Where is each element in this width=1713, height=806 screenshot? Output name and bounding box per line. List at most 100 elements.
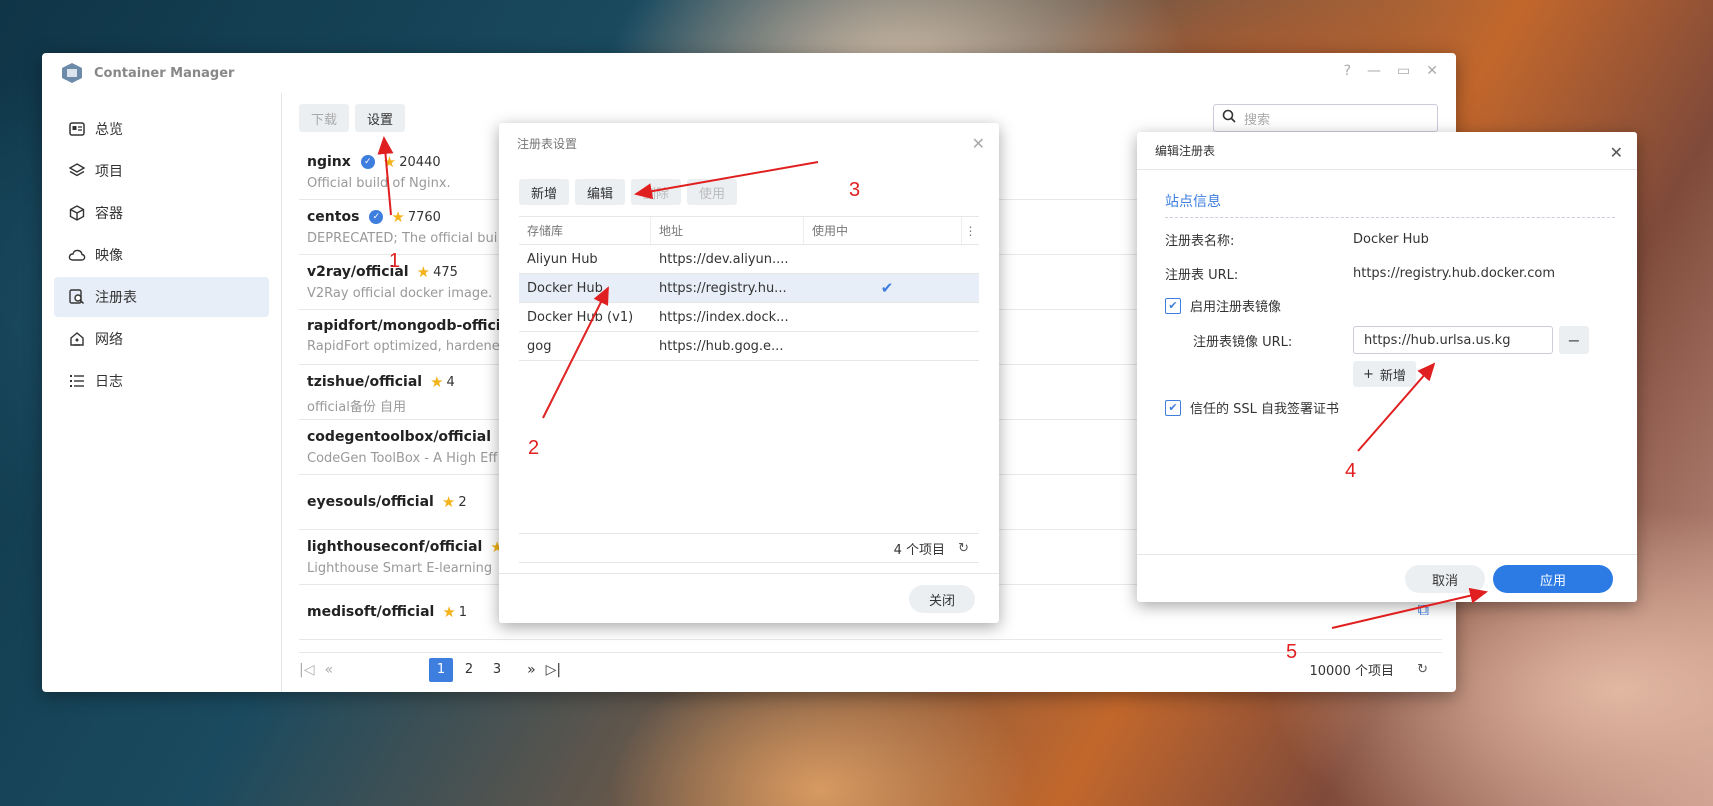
page-1[interactable]: 1 bbox=[429, 657, 454, 682]
registry-name-value: Docker Hub bbox=[1353, 232, 1429, 247]
overview-icon bbox=[68, 120, 86, 138]
star-count: 1 bbox=[458, 604, 468, 620]
mirror-url-input[interactable]: https://hub.urlsa.us.kg bbox=[1353, 326, 1553, 354]
close-button[interactable]: 关闭 bbox=[908, 585, 975, 613]
registry-toolbar: 新增 编辑 删除 使用 bbox=[519, 179, 738, 205]
repo-name: eyesouls/official bbox=[307, 494, 434, 510]
first-page-icon[interactable]: |◁ bbox=[299, 662, 314, 678]
repo-name: nginx bbox=[307, 154, 351, 170]
add-button[interactable]: 新增 bbox=[519, 179, 570, 205]
table-row[interactable]: Docker Hub https://registry.hu... ✔ bbox=[519, 274, 979, 303]
mirror-checkbox[interactable]: ✔ bbox=[1165, 297, 1181, 314]
total-count: 10000 个项目 bbox=[1309, 664, 1395, 679]
app-title: Container Manager bbox=[94, 65, 235, 81]
star-count: 2 bbox=[458, 494, 467, 510]
dialog-footer: 关闭 bbox=[499, 573, 999, 623]
sidebar-item-registry[interactable]: 注册表 bbox=[54, 277, 269, 317]
column-header[interactable]: 使用中 bbox=[804, 217, 962, 244]
window-controls: ? — ▭ ✕ bbox=[1344, 63, 1438, 79]
column-header[interactable]: 地址 bbox=[651, 217, 804, 244]
sidebar-item-label: 网络 bbox=[95, 332, 123, 348]
prev-page-icon[interactable]: « bbox=[324, 662, 333, 678]
verified-icon: ✓ bbox=[360, 155, 375, 169]
table-row[interactable]: Docker Hub (v1) https://index.dock... bbox=[519, 303, 979, 332]
sidebar-item-network[interactable]: 网络 bbox=[54, 319, 269, 359]
star-icon: ★ bbox=[441, 493, 456, 511]
annotation-label: 5 bbox=[1286, 641, 1298, 663]
dialog-footer: 取消 应用 bbox=[1137, 554, 1637, 602]
repo-name: lighthouseconf/official bbox=[307, 539, 483, 555]
star-count: 20440 bbox=[399, 154, 441, 170]
sidebar-item-overview[interactable]: 总览 bbox=[54, 109, 269, 149]
refresh-icon[interactable]: ↻ bbox=[958, 541, 969, 556]
registry-url: https://dev.aliyun.... bbox=[659, 251, 789, 267]
table-row[interactable]: Aliyun Hub https://dev.aliyun.... bbox=[519, 245, 979, 274]
refresh-icon[interactable]: ↻ bbox=[1417, 662, 1428, 677]
layers-icon bbox=[68, 162, 86, 180]
cube-icon bbox=[68, 204, 86, 222]
settings-button[interactable]: 设置 bbox=[355, 104, 406, 132]
registry-url: https://index.dock... bbox=[659, 309, 789, 325]
verified-icon: ✓ bbox=[369, 210, 384, 224]
remove-mirror-button[interactable]: − bbox=[1559, 326, 1589, 354]
maximize-icon[interactable]: ▭ bbox=[1397, 63, 1410, 79]
download-button[interactable]: 下载 bbox=[299, 104, 350, 132]
delete-button[interactable]: 删除 bbox=[631, 179, 682, 205]
sidebar-item-label: 注册表 bbox=[95, 290, 137, 306]
close-icon[interactable]: ✕ bbox=[1610, 143, 1623, 162]
use-button[interactable]: 使用 bbox=[687, 179, 738, 205]
last-page-icon[interactable]: ▷| bbox=[546, 662, 561, 678]
mirror-checkbox-row[interactable]: ✔ 启用注册表镜像 bbox=[1165, 296, 1281, 315]
table-row[interactable]: gog https://hub.gog.e... bbox=[519, 332, 979, 361]
add-mirror-row: + 新增 bbox=[1353, 361, 1416, 387]
star-count: 4 bbox=[446, 374, 455, 390]
star-count: 7760 bbox=[407, 209, 441, 225]
add-label: 新增 bbox=[1379, 368, 1406, 384]
repo-name: rapidfort/mongodb-officia bbox=[307, 318, 511, 334]
container-manager-icon bbox=[62, 63, 82, 83]
title-bar: Container Manager ? — ▭ ✕ bbox=[42, 53, 1456, 93]
sidebar-item-containers[interactable]: 容器 bbox=[54, 193, 269, 233]
cancel-button[interactable]: 取消 bbox=[1405, 565, 1485, 593]
registry-name-row: 注册表名称: Docker Hub bbox=[1165, 230, 1429, 249]
repo-name: tzishue/official bbox=[307, 374, 423, 390]
in-use-cell bbox=[804, 245, 962, 273]
page-3[interactable]: 3 bbox=[485, 658, 509, 682]
add-mirror-button[interactable]: + 新增 bbox=[1353, 361, 1416, 387]
section-title: 站点信息 bbox=[1165, 191, 1615, 218]
registry-name: Aliyun Hub bbox=[527, 251, 598, 267]
column-header[interactable]: 存储库 bbox=[519, 217, 651, 244]
sidebar-item-logs[interactable]: 日志 bbox=[54, 361, 269, 401]
page-2[interactable]: 2 bbox=[457, 658, 481, 682]
open-link-icon[interactable]: ⧉ bbox=[1418, 600, 1429, 620]
ssl-checkbox-row[interactable]: ✔ 信任的 SSL 自我签署证书 bbox=[1165, 398, 1339, 417]
checkbox-label: 信任的 SSL 自我签署证书 bbox=[1190, 402, 1340, 417]
sidebar-item-label: 容器 bbox=[95, 206, 123, 222]
sidebar-item-projects[interactable]: 项目 bbox=[54, 151, 269, 191]
ssl-checkbox[interactable]: ✔ bbox=[1165, 399, 1181, 416]
minimize-icon[interactable]: — bbox=[1367, 63, 1381, 79]
annotation-label: 2 bbox=[528, 437, 540, 459]
checkbox-label: 启用注册表镜像 bbox=[1190, 300, 1282, 315]
annotation-label: 4 bbox=[1345, 460, 1357, 482]
edit-button[interactable]: 编辑 bbox=[575, 179, 626, 205]
star-icon: ★ bbox=[416, 263, 431, 281]
help-icon[interactable]: ? bbox=[1344, 63, 1351, 79]
search-placeholder: 搜索 bbox=[1244, 112, 1271, 128]
apply-button[interactable]: 应用 bbox=[1493, 565, 1613, 593]
close-icon[interactable]: ✕ bbox=[972, 134, 985, 153]
sidebar-item-images[interactable]: 映像 bbox=[54, 235, 269, 275]
repo-name: medisoft/official bbox=[307, 604, 435, 620]
registry-url-row: 注册表 URL: https://registry.hub.docker.com bbox=[1165, 264, 1555, 283]
sidebar-item-label: 映像 bbox=[95, 248, 123, 264]
repo-name: codegentoolbox/official bbox=[307, 429, 492, 445]
column-menu-icon[interactable]: ⋮ bbox=[962, 224, 979, 238]
search-input[interactable]: 搜索 bbox=[1213, 104, 1438, 132]
annotation-label: 1 bbox=[389, 250, 401, 272]
registry-search-icon bbox=[68, 288, 86, 306]
next-page-icon[interactable]: » bbox=[527, 662, 536, 678]
cloud-icon bbox=[68, 246, 86, 264]
close-icon[interactable]: ✕ bbox=[1426, 63, 1438, 79]
dialog-title: 注册表设置 bbox=[517, 136, 578, 151]
item-count: 4 个项目 bbox=[893, 542, 945, 558]
